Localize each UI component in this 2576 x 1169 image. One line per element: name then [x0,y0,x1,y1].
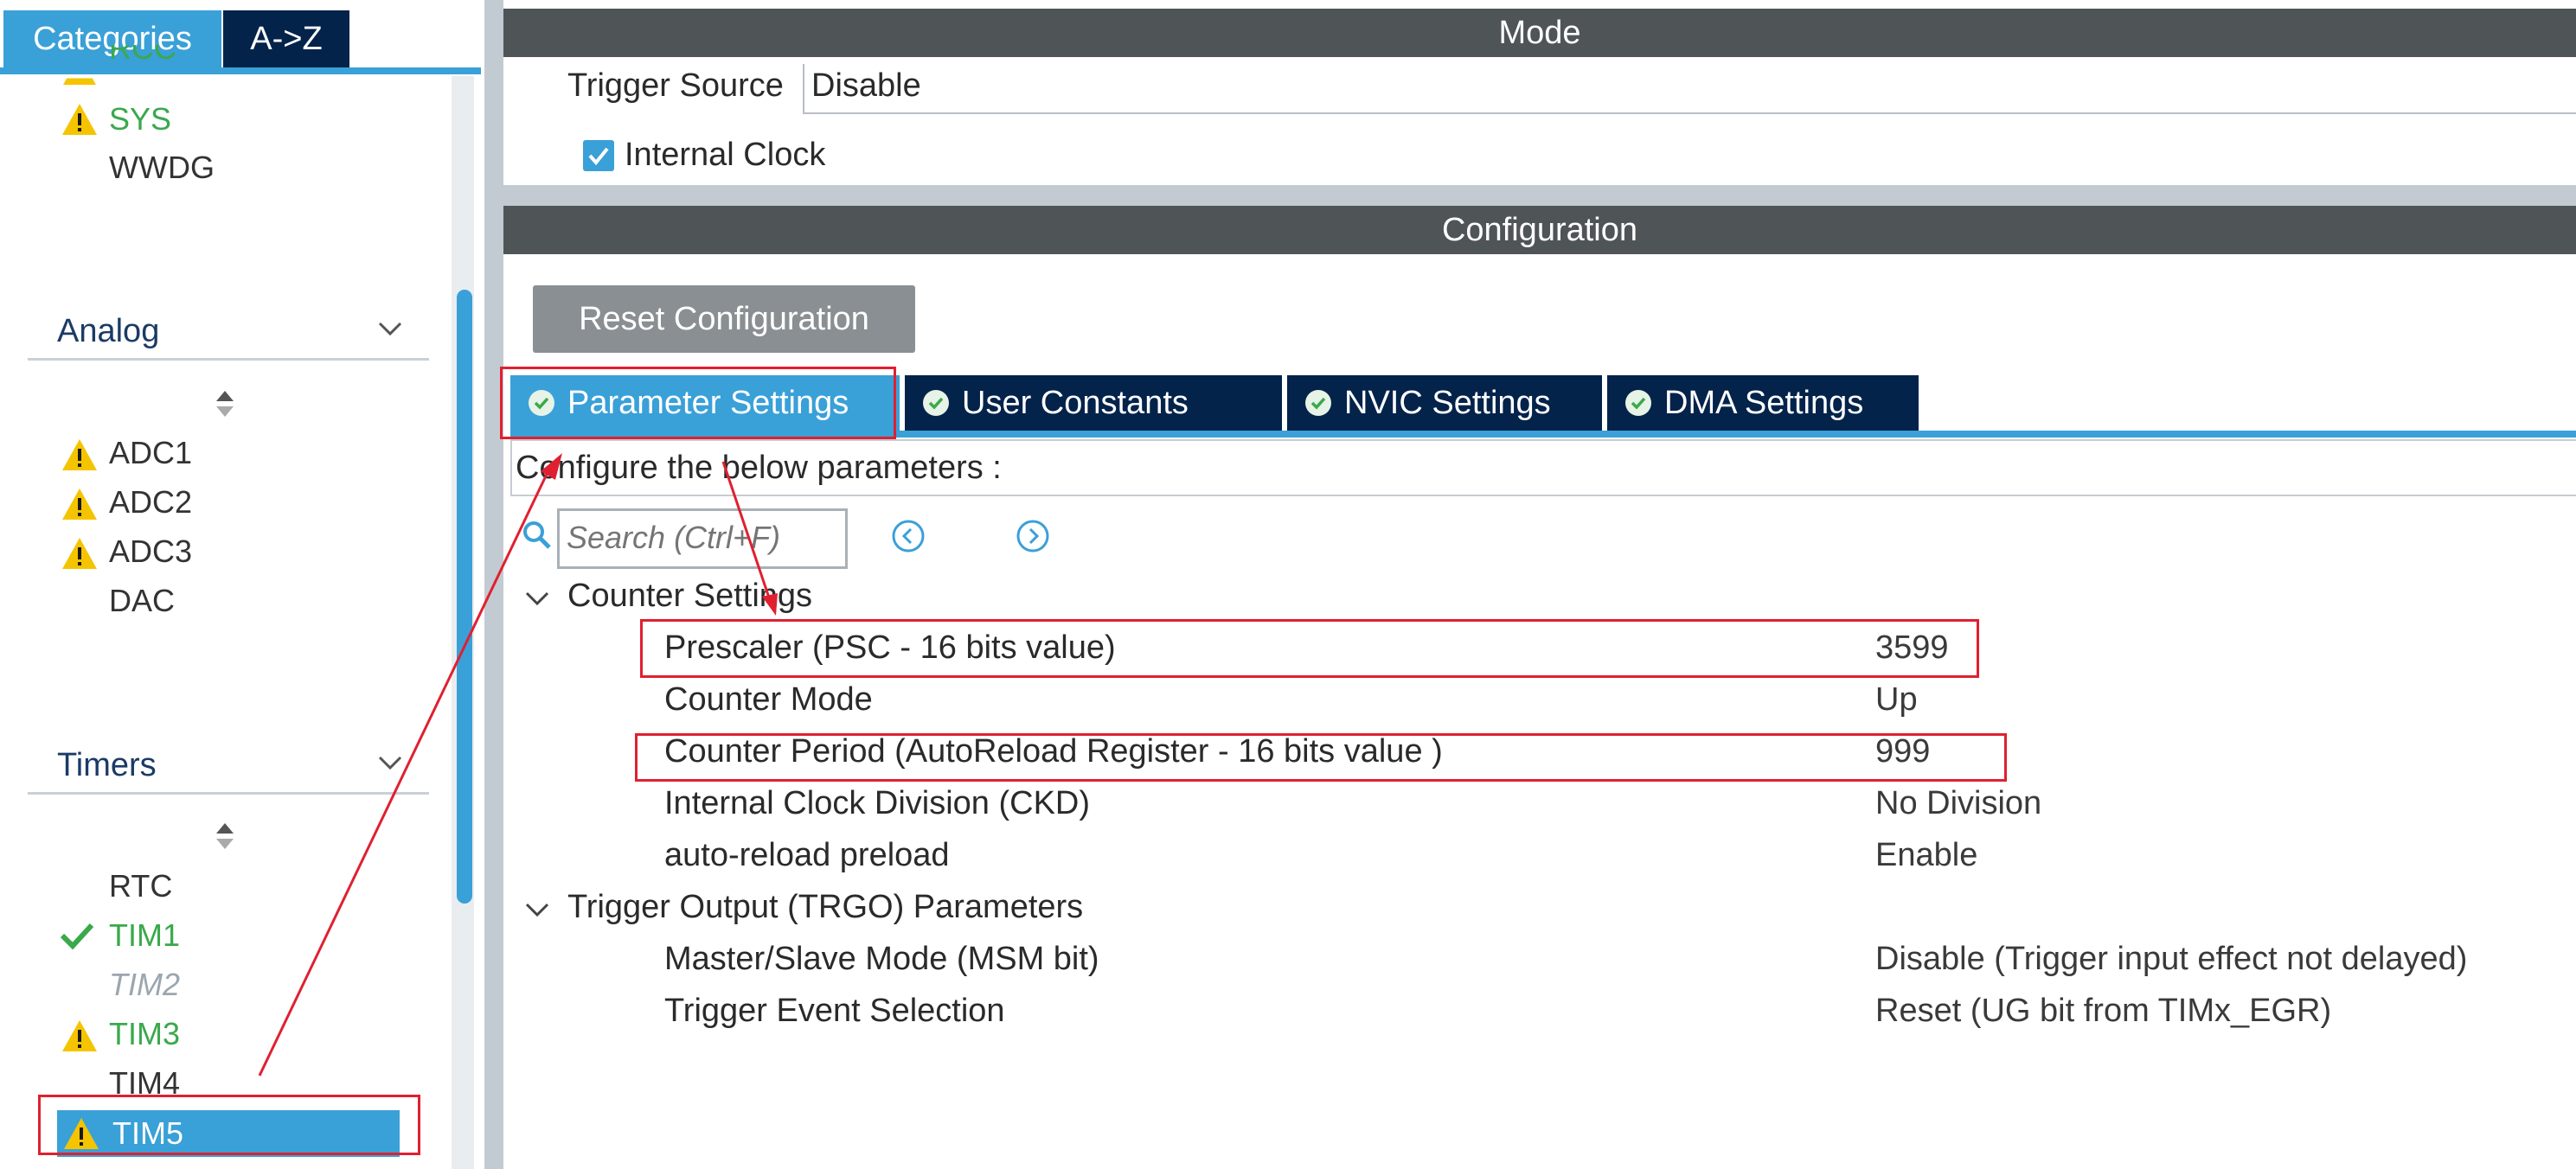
sidebar-item-tim3[interactable]: TIM3 [109,1015,180,1053]
tab-dma-settings[interactable]: DMA Settings [1607,375,1919,431]
tab-label: User Constants [962,385,1189,421]
configuration-panel: Mode Trigger Source Disable Internal Clo… [503,0,2576,1169]
check-icon [60,923,94,950]
search-input-box[interactable] [557,508,848,569]
previous-result-icon[interactable] [891,519,926,553]
trigger-source-label: Trigger Source [567,67,784,104]
warning-icon [62,538,97,569]
trigger-source-select[interactable]: Disable [803,64,2576,114]
collapse-chevron-icon[interactable] [524,590,550,607]
sort-icon[interactable] [215,821,235,851]
mode-header: Mode [503,9,2576,57]
warning-icon [62,1020,97,1051]
param-clock-division-value[interactable]: No Division [1875,785,2041,822]
check-circle-icon [1625,390,1651,416]
annotation-box-prescaler [640,619,1979,678]
annotation-box-counter-period [635,733,2007,782]
tab-nvic-settings[interactable]: NVIC Settings [1287,375,1602,431]
configuration-header: Configuration [503,206,2576,254]
check-circle-icon [923,390,949,416]
sidebar-item-dac[interactable]: DAC [109,582,175,620]
internal-clock-checkbox[interactable] [583,140,614,171]
param-auto-reload-preload-name: auto-reload preload [664,837,950,873]
sidebar-item-rtc[interactable]: RTC [109,867,172,905]
warning-icon [63,78,96,86]
sidebar-item-tim1[interactable]: TIM1 [109,917,180,955]
search-icon[interactable] [521,519,554,552]
tab-label: DMA Settings [1664,385,1864,421]
annotation-box-tim5 [38,1095,420,1155]
sidebar-item-adc2[interactable]: ADC2 [109,483,192,521]
chevron-down-icon [378,322,402,336]
warning-icon [62,104,97,135]
param-trigger-event-value[interactable]: Reset (UG bit from TIMx_EGR) [1875,993,2331,1030]
sidebar-item-wwdg[interactable]: WWDG [109,149,215,187]
sort-icon[interactable] [215,389,235,418]
next-result-icon[interactable] [1016,519,1050,553]
param-msm-name: Master/Slave Mode (MSM bit) [664,941,1099,977]
param-counter-mode-value[interactable]: Up [1875,681,1918,719]
section-divider [503,185,2576,206]
panel-splitter[interactable] [484,0,503,1169]
annotation-box-parameter-tab [500,367,896,439]
internal-clock-label: Internal Clock [625,137,826,173]
param-clock-division-name: Internal Clock Division (CKD) [664,785,1091,821]
group-title: Analog [57,313,160,349]
group-header-timers[interactable]: Timers [28,742,429,795]
sidebar-item-adc3[interactable]: ADC3 [109,533,192,571]
chevron-down-icon [378,756,402,770]
group-counter-settings[interactable]: Counter Settings [567,578,812,615]
param-trigger-event-name: Trigger Event Selection [664,993,1005,1029]
configure-description: Configure the below parameters : [510,439,2576,496]
check-icon [588,147,609,166]
sidebar-item-tim2[interactable]: TIM2 [109,966,180,1004]
tab-label: NVIC Settings [1344,385,1551,421]
component-tree-panel: Categories A->Z RCC SYS WWDG Analog ADC1… [0,0,484,1169]
tab-user-constants[interactable]: User Constants [905,375,1282,431]
sidebar-item-sys[interactable]: SYS [109,100,171,138]
check-circle-icon [1305,390,1331,416]
trigger-source-value: Disable [811,67,921,104]
param-auto-reload-preload-value[interactable]: Enable [1875,837,1977,874]
group-header-analog[interactable]: Analog [28,308,429,361]
configure-text: Configure the below parameters : [516,450,1002,486]
param-msm-value[interactable]: Disable (Trigger input effect not delaye… [1875,941,2467,978]
tab-a-to-z[interactable]: A->Z [223,10,349,67]
group-title: Timers [57,747,157,783]
sidebar-scrollbar-thumb[interactable] [457,290,472,904]
group-trigger-output[interactable]: Trigger Output (TRGO) Parameters [567,889,1083,926]
search-input[interactable] [565,516,836,559]
param-counter-mode-name: Counter Mode [664,681,873,718]
warning-icon [62,439,97,470]
warning-icon [62,489,97,520]
collapse-chevron-icon[interactable] [524,901,550,918]
reset-configuration-button[interactable]: Reset Configuration [533,285,915,353]
sidebar-item-rcc[interactable]: RCC [109,45,176,64]
sidebar-item-adc1[interactable]: ADC1 [109,434,192,472]
